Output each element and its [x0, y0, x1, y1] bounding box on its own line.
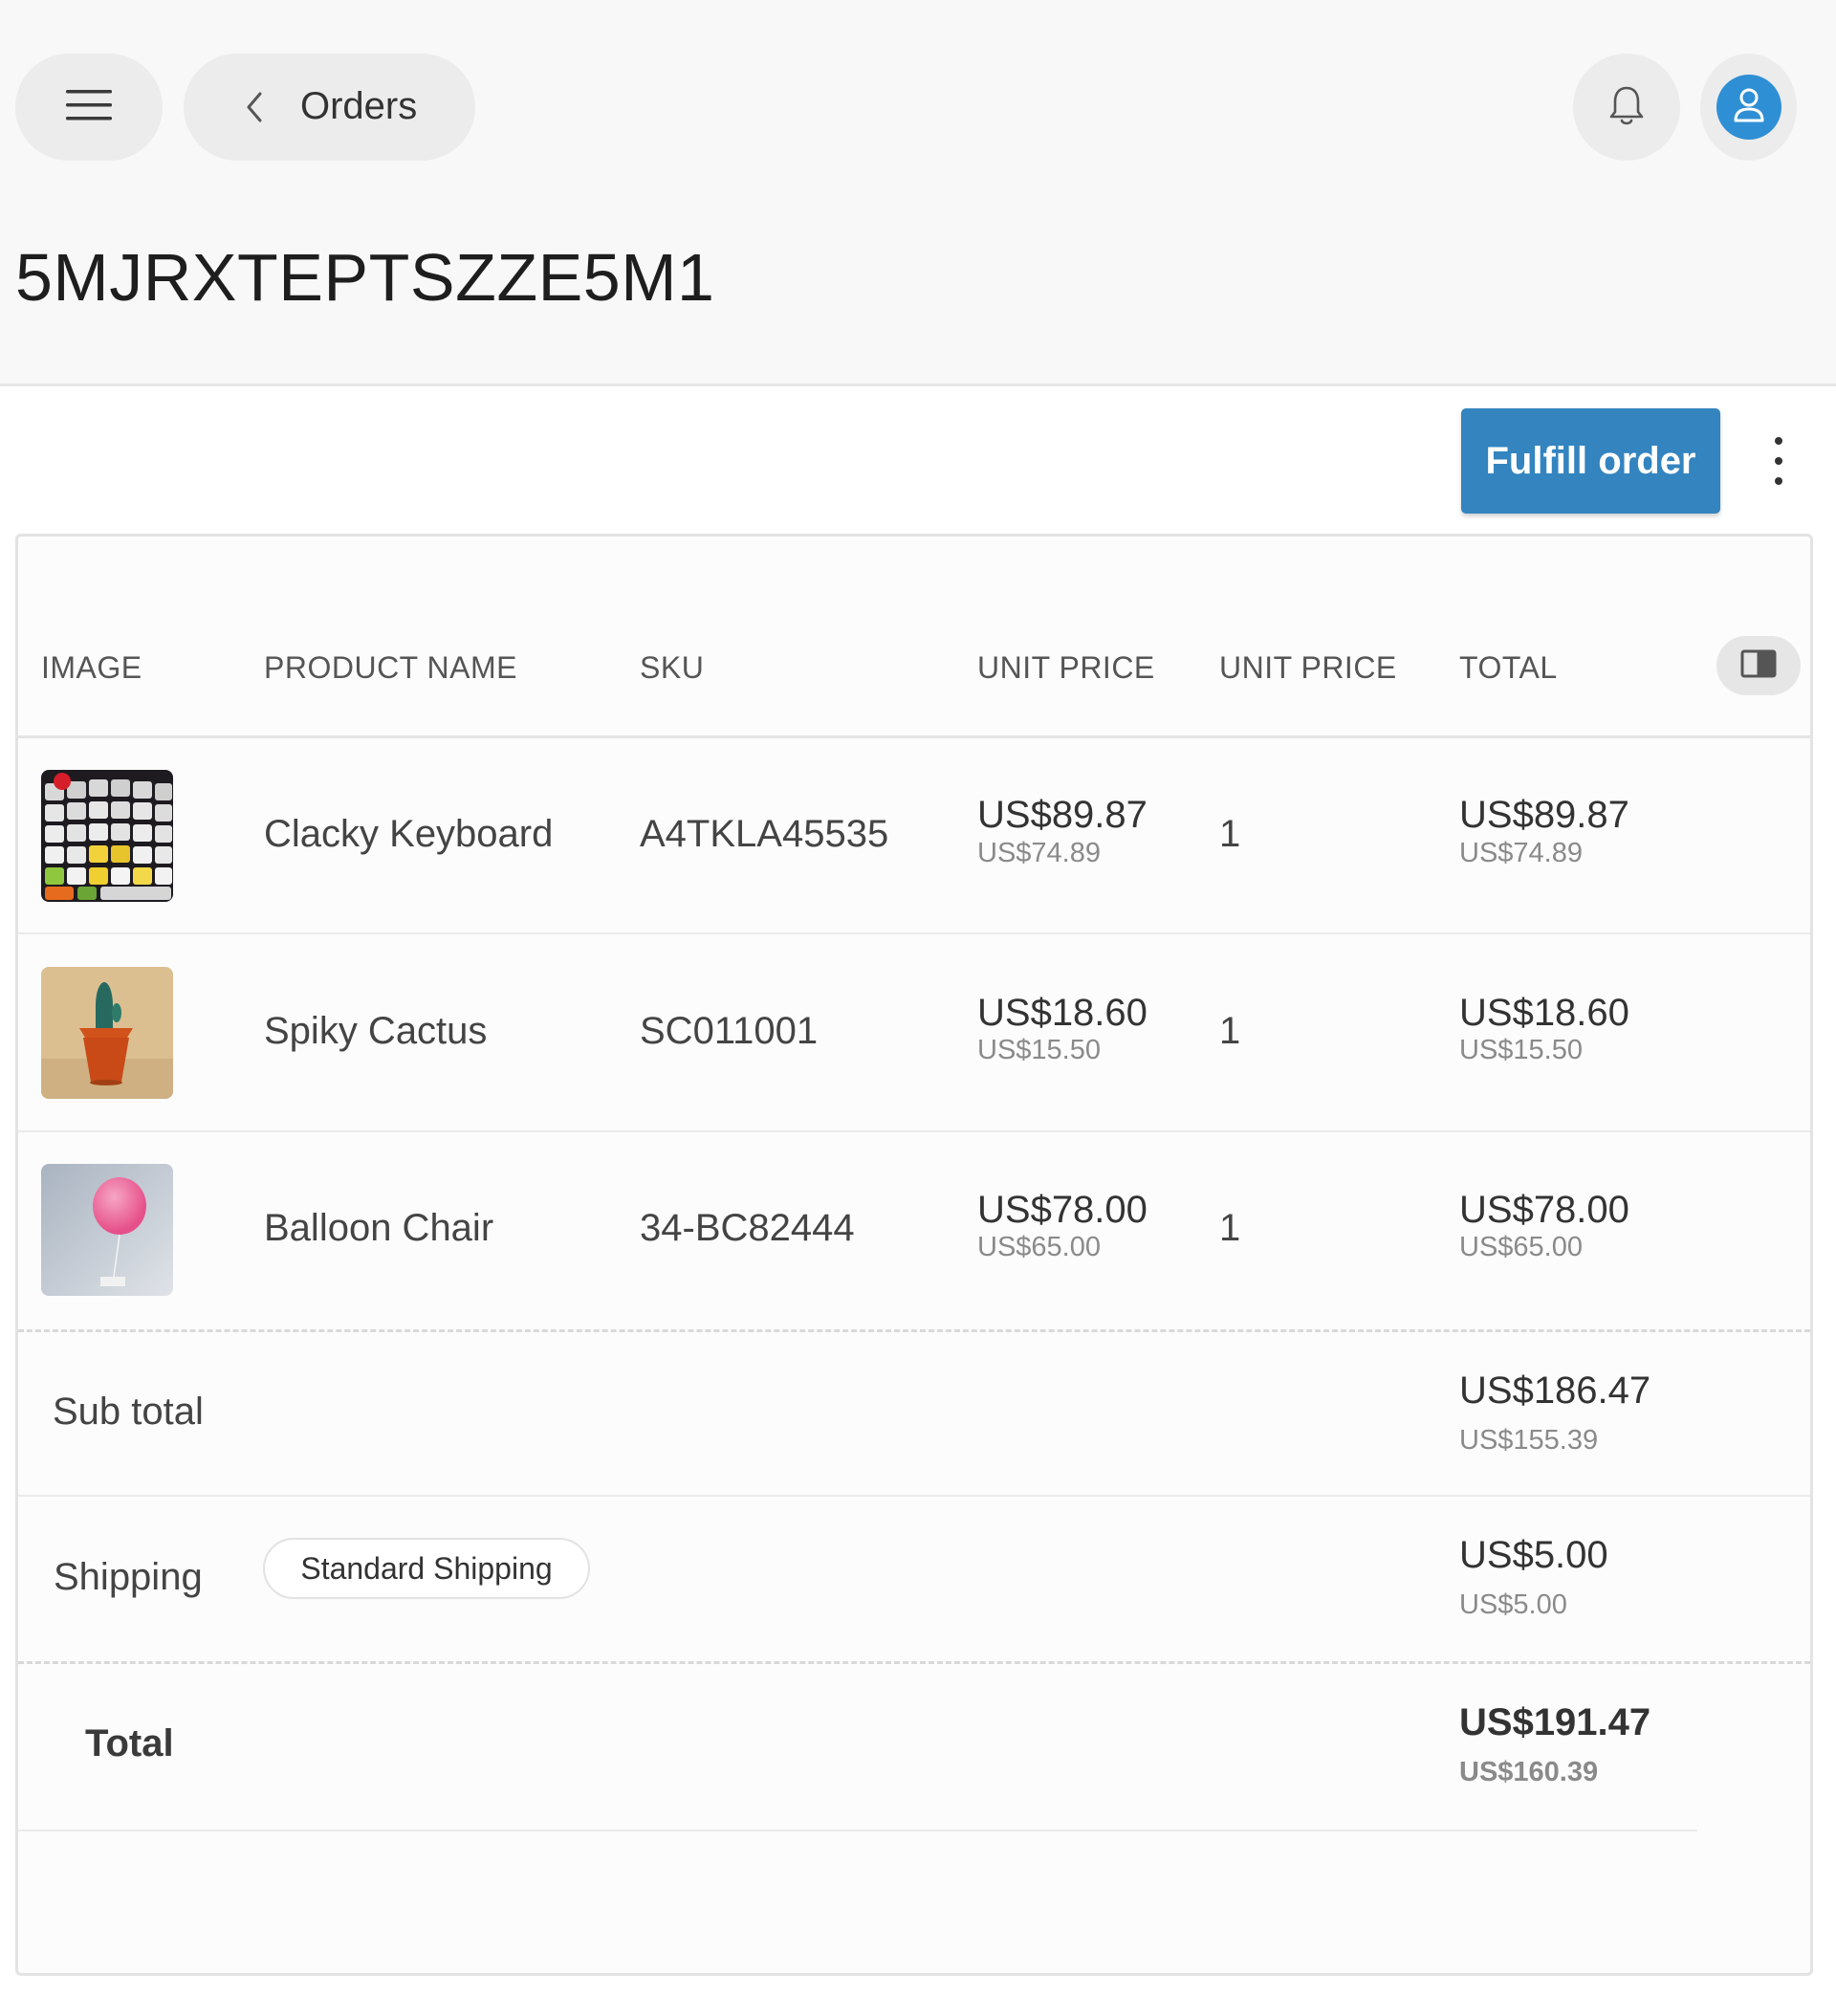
total-divider	[18, 1661, 1810, 1664]
shipping-label: Shipping	[54, 1556, 203, 1598]
subtotal-label: Sub total	[53, 1391, 204, 1433]
keyboard-image	[41, 770, 173, 902]
user-avatar-icon	[1730, 84, 1768, 131]
line-total: US$89.87	[1459, 794, 1629, 836]
quantity: 1	[1219, 1207, 1241, 1249]
line-total-secondary: US$15.50	[1459, 1035, 1583, 1065]
product-image	[41, 1164, 173, 1296]
page-title: 5MJRXTEPTSZZE5M1	[15, 240, 715, 315]
subtotal-amount: US$186.47	[1459, 1370, 1651, 1412]
shipping-amount-secondary: US$5.00	[1459, 1589, 1567, 1620]
line-total: US$78.00	[1459, 1189, 1629, 1231]
unit-price: US$89.87	[977, 794, 1148, 836]
total-amount: US$191.47	[1459, 1701, 1651, 1743]
total-label: Total	[85, 1722, 174, 1764]
line-total-secondary: US$74.89	[1459, 838, 1583, 868]
more-vertical-icon	[1775, 436, 1782, 445]
columns-icon	[1739, 648, 1778, 684]
line-total-secondary: US$65.00	[1459, 1232, 1583, 1262]
cactus-image	[41, 967, 173, 1099]
unit-price-secondary: US$65.00	[977, 1232, 1101, 1262]
product-name: Clacky Keyboard	[264, 813, 554, 855]
header-divider	[18, 735, 1810, 738]
page-header: Orders 5MJRXTEPTSZZE5M1	[0, 0, 1836, 386]
summary-divider	[18, 1329, 1810, 1332]
product-image	[41, 770, 173, 902]
unit-price-secondary: US$15.50	[977, 1035, 1101, 1065]
product-name: Balloon Chair	[264, 1207, 494, 1249]
column-header-unit-price: UNIT PRICE	[977, 650, 1155, 685]
avatar	[1716, 75, 1781, 140]
more-options-button[interactable]	[1760, 430, 1798, 492]
bell-icon	[1606, 82, 1648, 133]
summary-end-divider	[18, 1830, 1697, 1831]
quantity: 1	[1219, 1010, 1241, 1052]
product-image	[41, 967, 173, 1099]
shipping-amount: US$5.00	[1459, 1534, 1608, 1576]
hamburger-menu-icon	[64, 86, 114, 129]
order-items-card: IMAGE PRODUCT NAME SKU UNIT PRICE UNIT P…	[15, 534, 1813, 1976]
account-button[interactable]	[1700, 54, 1797, 161]
back-to-orders-button[interactable]: Orders	[184, 54, 475, 161]
product-sku: A4TKLA45535	[640, 813, 889, 855]
line-total: US$18.60	[1459, 992, 1629, 1034]
fulfill-order-button[interactable]: Fulfill order	[1461, 408, 1720, 514]
balloon-chair-image	[41, 1164, 173, 1296]
unit-price-secondary: US$74.89	[977, 838, 1101, 868]
column-header-image: IMAGE	[41, 650, 142, 685]
row-divider	[18, 1130, 1810, 1132]
chevron-left-icon	[243, 88, 266, 131]
column-visibility-button[interactable]	[1716, 636, 1801, 695]
product-sku: 34-BC82444	[640, 1207, 855, 1249]
row-divider	[18, 932, 1810, 934]
notifications-button[interactable]	[1573, 54, 1680, 161]
subtotal-amount-secondary: US$155.39	[1459, 1425, 1599, 1456]
product-name: Spiky Cactus	[264, 1010, 488, 1052]
product-sku: SC011001	[640, 1010, 819, 1052]
summary-row-divider	[18, 1495, 1810, 1497]
column-header-quantity: UNIT PRICE	[1219, 650, 1397, 685]
quantity: 1	[1219, 813, 1241, 855]
unit-price: US$78.00	[977, 1189, 1148, 1231]
column-header-sku: SKU	[640, 650, 705, 685]
menu-button[interactable]	[15, 54, 163, 161]
shipping-method-badge: Standard Shipping	[263, 1538, 590, 1599]
column-header-total: TOTAL	[1459, 650, 1558, 685]
total-amount-secondary: US$160.39	[1459, 1757, 1599, 1787]
breadcrumb-orders-label: Orders	[300, 85, 418, 127]
unit-price: US$18.60	[977, 992, 1148, 1034]
column-header-product-name: PRODUCT NAME	[264, 650, 517, 685]
